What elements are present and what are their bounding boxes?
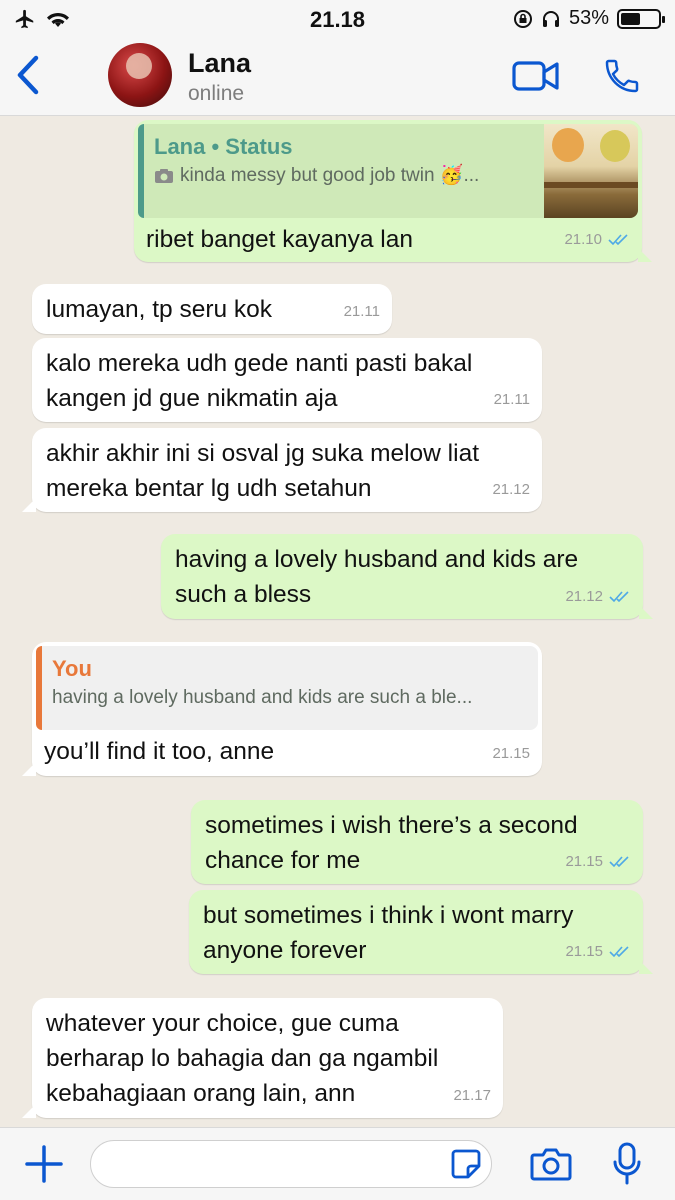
- message-time: 21.10: [564, 231, 602, 248]
- video-call-icon[interactable]: [512, 58, 560, 94]
- message-time: 21.11: [493, 391, 530, 408]
- message-meta: 21.15: [565, 934, 631, 969]
- message-text-line-1: akhir akhir ini si osval jg suka melow l…: [46, 440, 479, 467]
- message-input[interactable]: [90, 1140, 492, 1188]
- message-text: ribet banget kayanya lan: [146, 226, 413, 253]
- message-time: 21.15: [565, 943, 603, 960]
- message-text-line-2: kangen jd gue nikmatin aja: [46, 385, 338, 412]
- back-chevron-icon[interactable]: [14, 52, 44, 98]
- message-time: 21.15: [565, 853, 603, 870]
- sticker-icon[interactable]: [450, 1148, 482, 1180]
- quote-text: having a lovely husband and kids are suc…: [52, 687, 473, 708]
- message-time: 21.15: [492, 745, 530, 762]
- message-time: 21.11: [343, 303, 380, 320]
- message-bubble-incoming[interactable]: whatever your choice, gue cuma berharap …: [22, 998, 503, 1118]
- camera-icon[interactable]: [530, 1146, 572, 1182]
- message-text: lumayan, tp seru kok: [46, 296, 273, 323]
- avatar[interactable]: [108, 43, 172, 107]
- message-meta: 21.11: [494, 382, 530, 417]
- message-text-line-1: whatever your choice, gue cuma: [46, 1010, 399, 1037]
- message-text: you’ll find it too, anne: [44, 738, 275, 765]
- plus-icon[interactable]: [24, 1144, 64, 1184]
- read-ticks-icon: [608, 233, 630, 246]
- chat-area[interactable]: Lana • Status kinda messy but good job t…: [0, 117, 675, 1127]
- camera-icon: [154, 168, 174, 184]
- contact-status: online: [188, 82, 245, 105]
- message-time: 21.12: [492, 481, 530, 498]
- message-text-line-2: mereka bentar lg udh setahun: [46, 475, 372, 502]
- message-bubble-incoming[interactable]: kalo mereka udh gede nanti pasti bakal k…: [32, 338, 542, 422]
- status-right: 53%: [513, 7, 665, 30]
- message-meta: 21.15: [565, 844, 631, 879]
- quoted-status[interactable]: Lana • Status kinda messy but good job t…: [138, 124, 638, 218]
- headphones-icon: [541, 9, 561, 29]
- message-bubble-incoming[interactable]: akhir akhir ini si osval jg suka melow l…: [22, 428, 542, 512]
- status-bar: 21.18 53%: [0, 0, 675, 38]
- read-ticks-icon: [609, 945, 631, 958]
- chat-header: Lana online: [0, 38, 675, 116]
- message-bubble-incoming[interactable]: lumayan, tp seru kok 21.11: [32, 284, 392, 334]
- lock-rotation-icon: [513, 9, 533, 29]
- composer-bar: [0, 1127, 675, 1200]
- message-text-line-1: kalo mereka udh gede nanti pasti bakal: [46, 350, 473, 377]
- battery-icon: [617, 8, 665, 29]
- message-bubble-outgoing[interactable]: Lana • Status kinda messy but good job t…: [134, 120, 652, 262]
- quote-text: kinda messy but good job twin 🥳...: [154, 162, 533, 190]
- message-text-line-1: but sometimes i think i wont marry: [203, 902, 574, 929]
- message-meta: 21.12: [565, 579, 631, 614]
- battery-fill: [621, 12, 641, 25]
- message-text-line-1: having a lovely husband and kids are: [175, 546, 579, 573]
- message-text-line-1: sometimes i wish there’s a second: [205, 812, 578, 839]
- read-ticks-icon: [609, 590, 631, 603]
- message-time: 21.12: [565, 588, 603, 605]
- message-meta: 21.11: [344, 294, 380, 329]
- quote-bar: [36, 646, 42, 730]
- message-text-line-2: such a bless: [175, 581, 312, 608]
- message-meta: 21.15: [492, 736, 530, 771]
- read-ticks-icon: [609, 855, 631, 868]
- contact-name[interactable]: Lana: [188, 48, 251, 79]
- message-bubble-outgoing[interactable]: but sometimes i think i wont marry anyon…: [189, 890, 653, 974]
- microphone-icon[interactable]: [612, 1142, 642, 1186]
- status-thumbnail: [544, 124, 638, 218]
- message-time: 21.17: [453, 1087, 491, 1104]
- message-text-line-3: kebahagiaan orang lain, ann: [46, 1080, 356, 1107]
- quote-bar: [138, 124, 144, 218]
- message-bubble-outgoing[interactable]: sometimes i wish there’s a second chance…: [191, 800, 643, 884]
- message-bubble-outgoing[interactable]: having a lovely husband and kids are suc…: [161, 534, 653, 619]
- message-bubble-incoming[interactable]: You having a lovely husband and kids are…: [22, 642, 542, 776]
- phone-icon[interactable]: [602, 56, 642, 96]
- battery-percent: 53%: [568, 7, 609, 29]
- message-meta: 21.12: [492, 472, 530, 507]
- quoted-message[interactable]: You having a lovely husband and kids are…: [36, 646, 538, 730]
- message-meta: 21.10: [564, 222, 630, 257]
- quote-title: Lana • Status: [154, 134, 293, 159]
- quote-text-content: kinda messy but good job twin 🥳...: [180, 165, 480, 186]
- quote-title: You: [52, 656, 92, 681]
- message-text-line-2: berharap lo bahagia dan ga ngambil: [46, 1045, 439, 1072]
- message-meta: 21.17: [453, 1078, 491, 1113]
